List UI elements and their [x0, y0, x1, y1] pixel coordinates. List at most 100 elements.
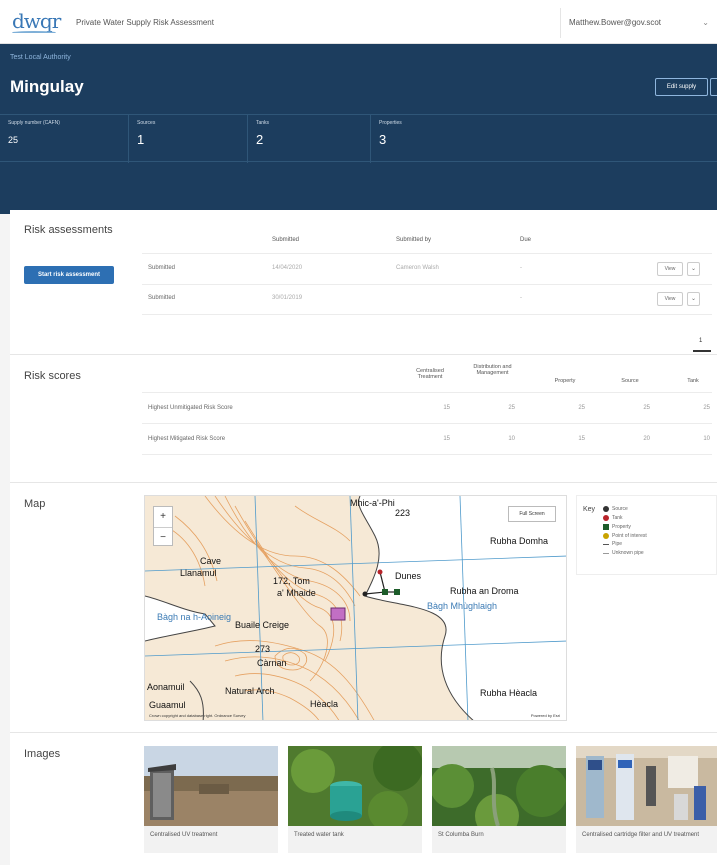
stat-sources: Sources 1 — [128, 115, 247, 163]
zoom-control: + − — [153, 506, 173, 546]
due-cell: - — [520, 265, 522, 271]
map-label: a' Mhaide — [277, 588, 316, 598]
pipe-icon — [603, 544, 609, 545]
column-property: Property — [554, 378, 576, 384]
map-attribution: Crown copyright and database right. Ordn… — [149, 713, 246, 718]
chevron-down-icon[interactable]: ⌄ — [687, 292, 700, 306]
map-label: Cave — [200, 556, 222, 566]
image-caption: Centralised UV treatment — [150, 832, 218, 838]
map-label: Dunes — [395, 571, 422, 581]
user-menu[interactable]: Matthew.Bower@gov.scot ⌄ — [560, 8, 717, 38]
key-item: Source — [612, 506, 628, 512]
column-due: Due — [520, 237, 532, 243]
source-icon — [603, 506, 609, 512]
key-title: Key — [583, 506, 596, 513]
submitted-cell: 14/04/2020 — [272, 265, 303, 271]
score-row-label: Highest Unmitigated Risk Score — [148, 405, 233, 411]
map-label: Bàgh Mhùghlaigh — [427, 601, 498, 611]
score-cell: 25 — [703, 405, 710, 411]
score-cell: 10 — [703, 436, 710, 442]
section-divider — [10, 482, 717, 483]
map-label: Hèacla — [310, 699, 339, 709]
shed-photo-icon — [144, 746, 278, 826]
map-label: Bàgh na h-Aoineig — [157, 612, 232, 622]
score-cell: 15 — [578, 436, 585, 442]
score-cell: 10 — [508, 436, 515, 442]
key-item: Property — [612, 524, 631, 530]
column-submitted: Submitted — [272, 237, 300, 243]
score-cell: 25 — [508, 405, 515, 411]
stat-properties: Properties 3 — [370, 115, 717, 163]
stat-label: Supply number (CAFN) — [8, 120, 60, 126]
fullscreen-button[interactable]: Full Screen — [508, 506, 556, 522]
column-tank: Tank — [687, 378, 699, 384]
map-label: Mhic-a'-Phi — [350, 498, 395, 508]
risk-assessments-title: Risk assessments — [24, 224, 113, 236]
stat-value: 1 — [137, 132, 145, 147]
map-powered-by: Powered by Esri — [530, 713, 560, 718]
column-centralised-treatment: Centralised Treatment — [416, 368, 444, 380]
point-of-interest-icon — [603, 533, 609, 539]
image-card[interactable]: Treated water tank — [288, 746, 422, 853]
authority-link[interactable]: Test Local Authority — [10, 54, 71, 61]
image-card[interactable]: St Columba Burn — [432, 746, 566, 853]
chevron-down-icon[interactable]: ⌄ — [687, 262, 700, 276]
dwqr-logo[interactable]: dwqr — [12, 9, 61, 33]
stat-label: Properties — [379, 120, 402, 126]
zoom-in-button[interactable]: + — [154, 507, 172, 527]
tank-photo-icon — [288, 746, 422, 826]
image-card[interactable]: Centralised UV treatment — [144, 746, 278, 853]
stat-label: Tanks — [256, 120, 270, 126]
supply-header: Test Local Authority Mingulay Edit suppl… — [0, 44, 717, 214]
row-divider — [142, 284, 712, 285]
map-label: Rubha Hèacla — [480, 688, 538, 698]
image-caption: St Columba Burn — [438, 832, 484, 838]
section-divider — [10, 732, 717, 733]
stat-value: 2 — [256, 132, 264, 147]
image-caption: Treated water tank — [294, 832, 344, 838]
map-label: 223 — [395, 508, 411, 518]
score-cell: 25 — [578, 405, 585, 411]
ordnance-map[interactable]: Mhic-a'-Phi 223 Rubha Domha Cave Llanamu… — [144, 495, 567, 721]
key-item: Tank — [612, 515, 623, 521]
edit-supply-button[interactable]: Edit supply — [655, 78, 708, 96]
view-button[interactable]: View — [657, 262, 683, 276]
row-divider — [142, 253, 712, 254]
property-icon — [603, 524, 609, 530]
stat-value: 25 — [8, 135, 19, 145]
key-item: Pipe — [612, 541, 623, 547]
more-actions-button[interactable] — [710, 78, 717, 96]
map-label: 273 — [255, 644, 271, 654]
map-label: Aonamuil — [147, 682, 185, 692]
stat-supply-number: Supply number (CAFN) 25 — [0, 115, 128, 163]
app-title: Private Water Supply Risk Assessment — [76, 18, 214, 27]
images-title: Images — [24, 748, 61, 760]
main-content: Risk assessments Start risk assessment S… — [10, 210, 717, 865]
row-divider — [142, 454, 712, 455]
burn-photo-icon — [432, 746, 566, 826]
image-card[interactable]: Centralised cartridge filter and UV trea… — [576, 746, 717, 853]
score-cell: 20 — [643, 436, 650, 442]
unknown-pipe-icon — [603, 553, 609, 554]
score-cell: 25 — [643, 405, 650, 411]
row-divider — [142, 423, 712, 424]
submitted-cell: 30/01/2019 — [272, 295, 303, 301]
map-label: Buaile Creige — [235, 620, 290, 630]
zoom-out-button[interactable]: − — [154, 527, 172, 547]
user-email: Matthew.Bower@gov.scot — [569, 18, 662, 27]
view-button[interactable]: View — [657, 292, 683, 306]
pagination-active-indicator — [693, 350, 711, 352]
map-label: 172, Tom — [273, 576, 310, 586]
pagination-page[interactable]: 1 — [699, 338, 702, 344]
map-key: Key Source Tank Property Point of intere… — [576, 495, 717, 575]
map-label: Natural Arch — [225, 686, 275, 696]
page-title: Mingulay — [10, 77, 84, 96]
status-cell: Submitted — [148, 265, 176, 271]
map-label: Llanamul — [180, 568, 217, 578]
logo-wave-icon — [12, 31, 56, 34]
start-risk-assessment-button[interactable]: Start risk assessment — [24, 266, 114, 284]
stat-label: Sources — [137, 120, 156, 126]
column-distribution-management: Distribution and Management — [473, 364, 512, 376]
column-source: Source — [621, 378, 639, 384]
risk-scores-title: Risk scores — [24, 370, 81, 382]
